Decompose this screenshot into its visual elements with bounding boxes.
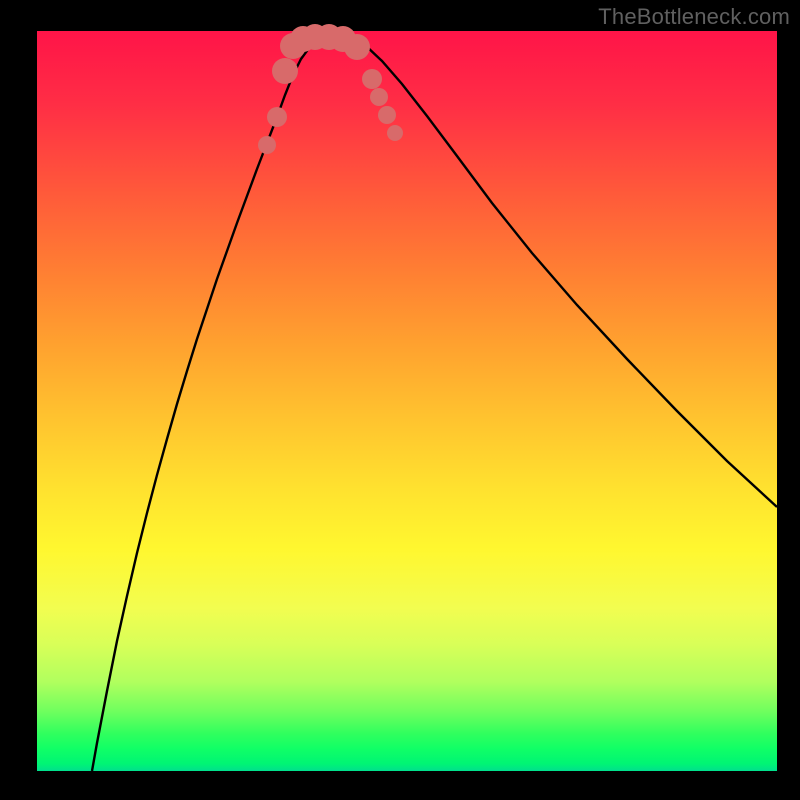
outer-frame: TheBottleneck.com — [0, 0, 800, 800]
marker-valley-start — [272, 58, 298, 84]
chart-svg — [37, 31, 777, 771]
marker-group — [258, 24, 403, 154]
watermark-text: TheBottleneck.com — [598, 4, 790, 30]
plot-area — [37, 31, 777, 771]
bottleneck-curve — [92, 33, 777, 771]
marker-right-c — [378, 106, 396, 124]
marker-left-a — [258, 136, 276, 154]
marker-right-b — [370, 88, 388, 106]
marker-valley-end — [344, 34, 370, 60]
marker-left-b — [267, 107, 287, 127]
marker-right-d — [387, 125, 403, 141]
marker-right-a — [362, 69, 382, 89]
